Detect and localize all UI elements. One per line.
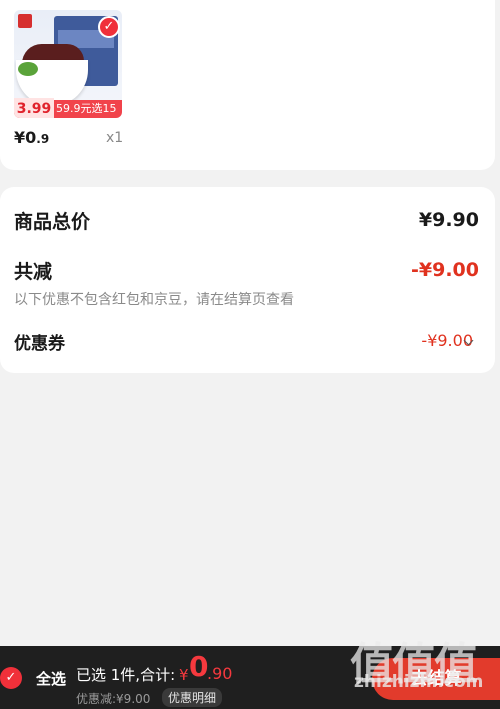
product-quantity[interactable]: x1 [106,130,123,146]
total-int: 0 [189,650,209,683]
price-dec: .9 [36,132,50,146]
discount-detail-button[interactable]: 优惠明细 [162,688,223,707]
discount-amount: 优惠减:¥9.00 [76,692,151,706]
reduced-value: -¥9.00 [411,259,479,281]
watermark-url: zhizhizhi.com [354,672,484,692]
check-icon[interactable]: ✓ [0,667,22,689]
product-card: ✓ 3.99 59.9元选15件 ¥0.9 x1 [0,0,495,170]
total-symbol: ¥ [179,666,189,684]
check-icon[interactable]: ✓ [98,16,120,38]
reduced-label: 共减 [14,261,53,283]
select-all-label[interactable]: 全选 [36,668,66,689]
promo-deal: 59.9元选15件 [56,102,117,115]
product-thumbnail[interactable]: ✓ 3.99 59.9元选15件 [14,10,122,118]
total-dec: .90 [207,664,233,683]
price-summary-card: 商品总价 ¥9.90 共减 -¥9.00 以下优惠不包含红包和京豆，请在结算页查… [0,187,495,373]
brand-logo [18,14,32,28]
total-price-value: ¥9.90 [418,209,479,231]
price-symbol: ¥ [14,128,26,147]
product-price: ¥0.9 [14,128,49,147]
promo-price: 3.99 [14,98,54,118]
price-int: 0 [25,128,37,147]
discount-note: 以下优惠不包含红包和京豆，请在结算页查看 [14,292,294,308]
selected-count: 已选 1件,合计: [76,666,176,684]
coupon-label: 优惠券 [14,334,65,354]
total-price-label: 商品总价 [14,211,91,233]
leaf-graphic [18,62,38,76]
